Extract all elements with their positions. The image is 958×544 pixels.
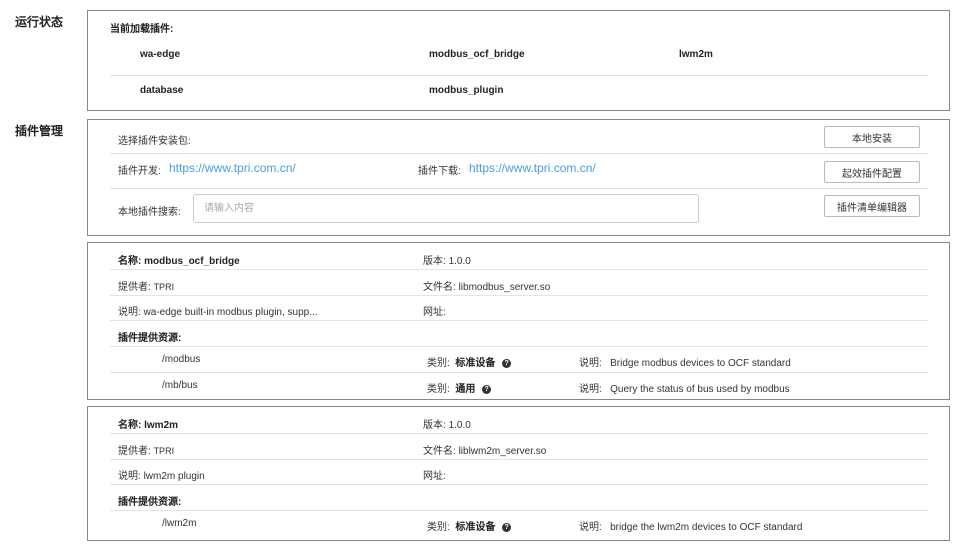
resource-type-value: 标准设备	[455, 522, 496, 533]
divider	[110, 484, 928, 485]
plugin-card: 名称: lwm2m 版本: 1.0.0 提供者: TPRI 文件名: liblw…	[87, 406, 950, 541]
install-local-button[interactable]: 本地安装	[824, 126, 920, 148]
divider	[110, 153, 928, 154]
divider	[110, 433, 928, 434]
plugin-version-value: 1.0.0	[448, 256, 471, 267]
plugin-description: 说明: wa-edge built-in modbus plugin, supp…	[118, 303, 318, 318]
plugin-version: 版本: 1.0.0	[423, 416, 471, 431]
local-plugin-search-input[interactable]	[193, 194, 699, 223]
resource-type-label: 类别:	[427, 384, 450, 395]
resource-path: /modbus	[162, 354, 201, 365]
help-icon[interactable]: ?	[502, 523, 512, 532]
plugin-name-label: 名称:	[118, 420, 142, 431]
resource-type: 类别: 通用 ?	[427, 380, 492, 395]
plugin-file: 文件名: libmodbus_server.so	[423, 278, 550, 293]
plugin-list-editor-button[interactable]: 插件清单编辑器	[824, 195, 920, 217]
divider	[110, 372, 928, 373]
plugin-name-value: lwm2m	[144, 420, 179, 431]
resource-path: /lwm2m	[162, 518, 197, 529]
plugin-file-value: liblwm2m_server.so	[458, 446, 547, 457]
resource-path: /mb/bus	[162, 380, 198, 391]
plugin-resources-title: 插件提供资源:	[118, 333, 182, 344]
resource-description-value: Bridge modbus devices to OCF standard	[610, 358, 791, 369]
plugin-description-value: lwm2m plugin	[143, 471, 205, 482]
loaded-plugin-item: wa-edge	[140, 49, 181, 60]
plugin-version: 版本: 1.0.0	[423, 252, 471, 267]
plugin-card: 名称: modbus_ocf_bridge 版本: 1.0.0 提供者: TPR…	[87, 242, 950, 400]
loaded-plugin-item: modbus_plugin	[429, 85, 504, 96]
loaded-plugin-item: modbus_ocf_bridge	[429, 49, 525, 60]
divider	[110, 459, 928, 460]
plugin-file-label: 文件名:	[423, 282, 456, 293]
resource-type-value: 标准设备	[455, 358, 496, 369]
divider	[110, 188, 928, 189]
resource-type-label: 类别:	[427, 358, 450, 369]
plugin-download-link[interactable]: https://www.tpri.com.cn/	[469, 161, 596, 175]
plugin-file: 文件名: liblwm2m_server.so	[423, 442, 546, 457]
plugin-provider-value: TPRI	[153, 446, 175, 456]
plugin-management-label: 插件管理	[15, 124, 64, 138]
plugin-name: 名称: lwm2m	[118, 416, 178, 431]
plugin-url-label: 网址:	[423, 471, 446, 482]
plugin-provider: 提供者: TPRI	[118, 278, 174, 293]
select-package-label: 选择插件安装包:	[118, 136, 191, 147]
running-status-label: 运行状态	[15, 15, 64, 29]
divider	[110, 269, 928, 270]
divider	[110, 346, 928, 347]
activate-plugin-config-button[interactable]: 起效插件配置	[824, 161, 920, 183]
plugin-provider-label: 提供者:	[118, 446, 151, 457]
plugin-provider-label: 提供者:	[118, 282, 151, 293]
plugin-description-label: 说明:	[118, 471, 141, 482]
loaded-plugins-title: 当前加载插件:	[110, 24, 174, 35]
local-plugin-search-label: 本地插件搜索:	[118, 207, 181, 218]
resource-description-value: Query the status of bus used by modbus	[610, 384, 790, 395]
resource-description-label: 说明:	[579, 522, 602, 533]
resource-description-label: 说明:	[579, 384, 602, 395]
plugin-name-value: modbus_ocf_bridge	[144, 256, 240, 267]
running-status-panel: 当前加载插件: wa-edge modbus_ocf_bridge lwm2m …	[87, 10, 950, 111]
plugin-version-label: 版本:	[423, 420, 446, 431]
plugin-description-value: wa-edge built-in modbus plugin, supp...	[143, 307, 318, 318]
resource-description: 说明: bridge the lwm2m devices to OCF stan…	[579, 518, 802, 533]
divider	[110, 510, 928, 511]
resource-description: 说明: Bridge modbus devices to OCF standar…	[579, 354, 791, 369]
help-icon[interactable]: ?	[502, 359, 512, 368]
plugin-description-label: 说明:	[118, 307, 141, 318]
plugin-url-label: 网址:	[423, 307, 446, 318]
plugin-download-label: 插件下载:	[418, 166, 461, 177]
resource-description: 说明: Query the status of bus used by modb…	[579, 380, 790, 395]
plugin-provider-value: TPRI	[153, 282, 175, 292]
resource-type-value: 通用	[455, 384, 476, 395]
divider	[110, 295, 928, 296]
divider	[110, 75, 928, 76]
resource-type-label: 类别:	[427, 522, 450, 533]
plugin-description: 说明: lwm2m plugin	[118, 467, 205, 482]
resource-type: 类别: 标准设备 ?	[427, 354, 512, 369]
plugin-version-value: 1.0.0	[448, 420, 471, 431]
plugin-provider: 提供者: TPRI	[118, 442, 174, 457]
plugin-resources-title: 插件提供资源:	[118, 497, 182, 508]
plugin-name: 名称: modbus_ocf_bridge	[118, 252, 240, 267]
plugin-file-label: 文件名:	[423, 446, 456, 457]
resource-description-label: 说明:	[579, 358, 602, 369]
plugin-version-label: 版本:	[423, 256, 446, 267]
resource-type: 类别: 标准设备 ?	[427, 518, 512, 533]
loaded-plugin-item: database	[140, 85, 184, 96]
plugin-management-panel: 选择插件安装包: 本地安装 插件开发: https://www.tpri.com…	[87, 119, 950, 236]
resource-description-value: bridge the lwm2m devices to OCF standard	[610, 522, 803, 533]
help-icon[interactable]: ?	[482, 385, 492, 394]
divider	[110, 320, 928, 321]
plugin-dev-label: 插件开发:	[118, 166, 161, 177]
plugin-file-value: libmodbus_server.so	[458, 282, 551, 293]
plugin-dev-link[interactable]: https://www.tpri.com.cn/	[169, 161, 296, 175]
plugin-name-label: 名称:	[118, 256, 142, 267]
loaded-plugin-item: lwm2m	[679, 49, 713, 60]
